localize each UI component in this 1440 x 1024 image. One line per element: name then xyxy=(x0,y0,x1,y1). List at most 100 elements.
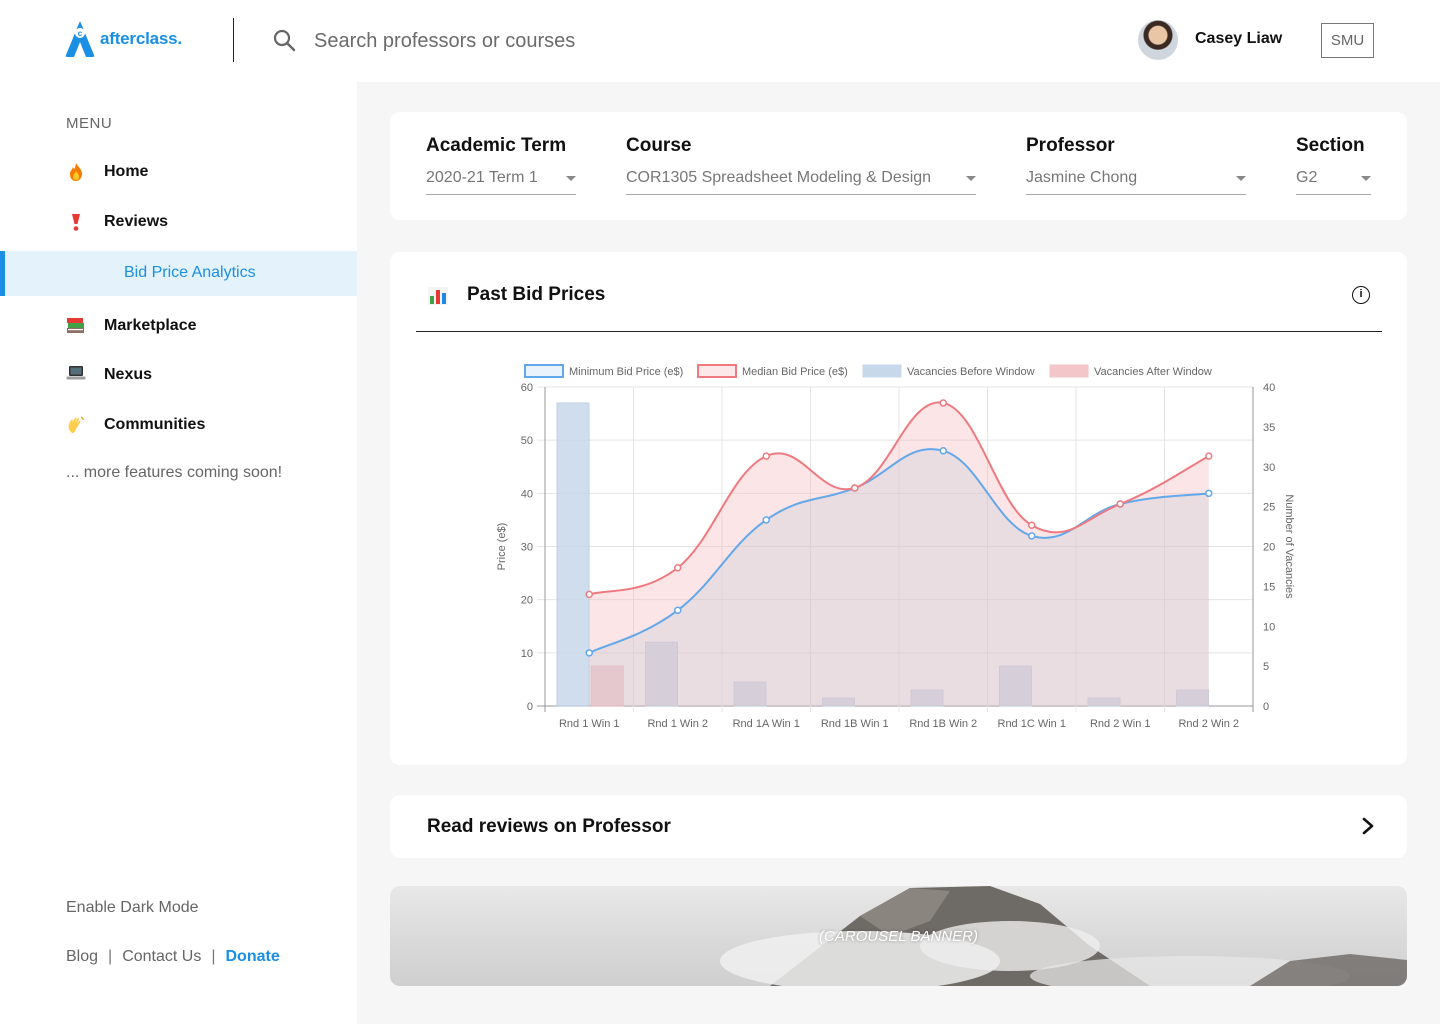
top-header: c afterclass. Casey Liaw SMU xyxy=(0,0,1440,82)
sidebar-item-label: Communities xyxy=(104,416,206,433)
y2-tick-label: 40 xyxy=(1263,382,1275,394)
y-tick-label: 50 xyxy=(521,435,533,447)
waving-hand-icon xyxy=(66,415,86,435)
bid-price-chart: 0 10 20 30 40 50 60 0 5 10 15 20 25 30 35 40 Rnd 1 Win 1… xyxy=(496,364,1295,730)
coming-soon-note: ... more features coming soon! xyxy=(66,464,283,481)
x-tick-label: Rnd 2 Win 1 xyxy=(1090,718,1151,730)
legend-label: Minimum Bid Price (e$) xyxy=(569,366,683,378)
contact-link[interactable]: Contact Us xyxy=(122,948,201,966)
chart-title: Past Bid Prices xyxy=(467,284,606,305)
x-tick-label: Rnd 1B Win 1 xyxy=(821,718,889,730)
course-value: COR1305 Spreadsheet Modeling & Design xyxy=(626,169,932,186)
section-filter: Section G2 xyxy=(1296,135,1371,195)
section-label: Section xyxy=(1296,135,1365,156)
x-tick-label: Rnd 1C Win 1 xyxy=(998,718,1066,730)
sidebar: MENU Home Reviews Bid Price Analytics Ma… xyxy=(0,82,357,1024)
main-content: Academic Term 2020-21 Term 1 Course COR1… xyxy=(357,82,1440,1024)
user-name[interactable]: Casey Liaw xyxy=(1195,30,1282,48)
data-point xyxy=(1205,452,1213,460)
data-point xyxy=(762,516,770,524)
chevron-down-icon xyxy=(1361,176,1371,181)
legend-label: Vacancies Before Window xyxy=(907,366,1035,378)
logo[interactable]: c afterclass. xyxy=(64,20,182,58)
carousel-banner[interactable]: (CAROUSEL BANNER) xyxy=(390,886,1407,986)
chevron-right-icon xyxy=(1362,817,1374,835)
bar xyxy=(556,402,590,707)
term-label: Academic Term xyxy=(426,135,567,156)
search-input[interactable] xyxy=(314,26,794,56)
y2-tick-label: 25 xyxy=(1263,502,1275,514)
exclamation-icon xyxy=(66,212,86,232)
y-tick-label: 10 xyxy=(521,648,533,660)
logo-icon: c xyxy=(65,21,95,57)
professor-label: Professor xyxy=(1026,135,1115,156)
sidebar-item-communities[interactable]: Communities xyxy=(0,403,357,447)
legend-label: Vacancies After Window xyxy=(1094,366,1212,378)
carousel-banner-label: (CAROUSEL BANNER) xyxy=(819,928,978,945)
x-tick-label: Rnd 1B Win 2 xyxy=(909,718,977,730)
sidebar-item-label: Nexus xyxy=(104,366,153,383)
sidebar-item-label: Marketplace xyxy=(104,317,197,334)
info-icon[interactable]: i xyxy=(1352,286,1370,304)
sidebar-item-home[interactable]: Home xyxy=(0,150,357,194)
legend-swatch xyxy=(524,364,564,378)
section-select[interactable]: G2 xyxy=(1296,169,1371,195)
term-select[interactable]: 2020-21 Term 1 xyxy=(426,169,576,195)
y-tick-label: 20 xyxy=(521,595,533,607)
sidebar-item-nexus[interactable]: Nexus xyxy=(0,353,357,397)
data-point xyxy=(762,452,770,460)
menu-title: MENU xyxy=(66,115,113,132)
y2-tick-label: 0 xyxy=(1263,701,1269,713)
sidebar-item-marketplace[interactable]: Marketplace xyxy=(0,304,357,348)
data-point xyxy=(939,399,947,407)
link-separator: | xyxy=(211,948,216,965)
chevron-down-icon xyxy=(566,176,576,181)
data-point xyxy=(1028,532,1036,540)
data-point xyxy=(585,649,593,657)
sidebar-item-label: Home xyxy=(104,163,149,180)
school-badge[interactable]: SMU xyxy=(1321,23,1374,58)
fire-icon xyxy=(66,162,86,182)
legend-swatch xyxy=(862,364,902,378)
y-tick-label: 30 xyxy=(521,542,533,554)
data-point xyxy=(1205,489,1213,498)
x-tick-label: Rnd 2 Win 2 xyxy=(1178,718,1239,730)
y2-tick-label: 15 xyxy=(1263,581,1275,593)
chart-header: Past Bid Prices i xyxy=(416,252,1382,332)
data-point xyxy=(674,564,682,572)
data-point xyxy=(1116,500,1124,508)
filter-card: Academic Term 2020-21 Term 1 Course COR1… xyxy=(390,112,1407,220)
avatar[interactable] xyxy=(1138,20,1178,60)
x-tick-label: Rnd 1 Win 2 xyxy=(647,718,708,730)
data-point xyxy=(674,606,682,615)
search-icon[interactable] xyxy=(272,28,296,52)
y-tick-label: 60 xyxy=(521,382,533,394)
sidebar-item-label: Bid Price Analytics xyxy=(124,264,256,281)
y2-tick-label: 5 xyxy=(1263,661,1269,673)
dark-mode-toggle[interactable]: Enable Dark Mode xyxy=(66,899,199,917)
professor-filter: Professor Jasmine Chong xyxy=(1026,135,1246,195)
sidebar-item-reviews[interactable]: Reviews xyxy=(0,200,357,244)
chevron-down-icon xyxy=(966,176,976,181)
section-value: G2 xyxy=(1296,169,1318,186)
footer-links: Blog | Contact Us | Donate xyxy=(66,948,280,966)
header-divider xyxy=(233,18,234,62)
y2-tick-label: 35 xyxy=(1263,422,1275,434)
course-label: Course xyxy=(626,135,692,156)
bar-chart-icon xyxy=(428,287,448,305)
sidebar-item-bid-price-analytics[interactable]: Bid Price Analytics xyxy=(0,251,357,296)
professor-select[interactable]: Jasmine Chong xyxy=(1026,169,1246,195)
term-value: 2020-21 Term 1 xyxy=(426,169,538,186)
legend-label: Median Bid Price (e$) xyxy=(742,366,848,378)
logo-text: afterclass. xyxy=(100,29,182,48)
x-tick-label: Rnd 1 Win 1 xyxy=(559,718,620,730)
read-reviews-label: Read reviews on Professor xyxy=(427,816,671,837)
bid-price-card: Past Bid Prices i 0 10 20 30 40 50 60 0 5 10 15 20 2… xyxy=(390,252,1407,765)
read-reviews-card[interactable]: Read reviews on Professor xyxy=(390,795,1407,858)
course-select[interactable]: COR1305 Spreadsheet Modeling & Design xyxy=(626,169,976,195)
donate-link[interactable]: Donate xyxy=(225,948,279,966)
blog-link[interactable]: Blog xyxy=(66,948,98,966)
books-icon xyxy=(66,316,86,336)
data-point xyxy=(1028,521,1036,529)
y-axis-label: Price (e$) xyxy=(496,523,508,571)
